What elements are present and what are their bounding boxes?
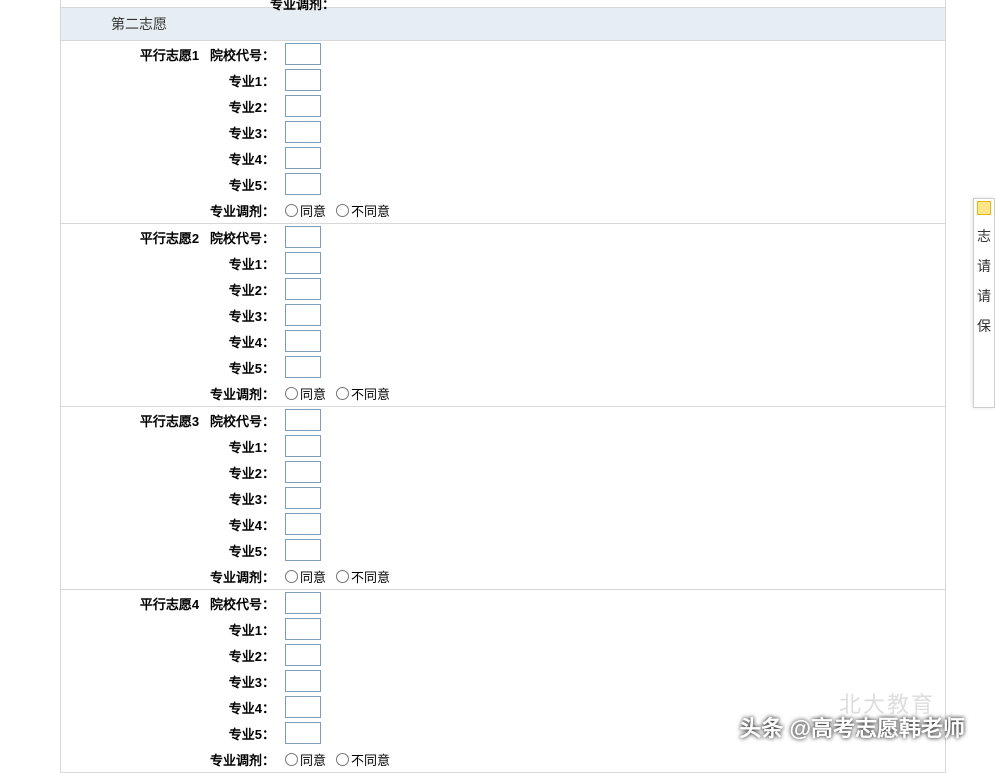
major1-label: 专业1： bbox=[229, 623, 275, 638]
disagree-radio[interactable] bbox=[336, 570, 349, 583]
major2-label: 专业2： bbox=[229, 649, 275, 664]
school-code-label: 院校代号： bbox=[210, 48, 275, 63]
agree-radio[interactable] bbox=[285, 204, 298, 217]
school-code-label: 院校代号： bbox=[210, 597, 275, 612]
major4-input[interactable] bbox=[285, 147, 321, 169]
agree-text: 同意 bbox=[300, 750, 326, 769]
agree-radio[interactable] bbox=[285, 753, 298, 766]
major5-input[interactable] bbox=[285, 356, 321, 378]
warning-icon bbox=[977, 201, 991, 215]
major4-input[interactable] bbox=[285, 696, 321, 718]
school-code-input[interactable] bbox=[285, 592, 321, 614]
school-code-input[interactable] bbox=[285, 43, 321, 65]
major2-label: 专业2： bbox=[229, 466, 275, 481]
major5-input[interactable] bbox=[285, 722, 321, 744]
side-char-2: 请 bbox=[974, 251, 994, 281]
block-title: 平行志愿4 bbox=[140, 594, 199, 613]
agree-text: 同意 bbox=[300, 384, 326, 403]
major5-input[interactable] bbox=[285, 539, 321, 561]
major3-input[interactable] bbox=[285, 304, 321, 326]
adjust-label: 专业调剂： bbox=[210, 204, 275, 219]
side-char-1: 志 bbox=[974, 221, 994, 251]
adjust-label-cut: 专业调剂： bbox=[270, 0, 335, 13]
preference-block-2: 平行志愿2 院校代号： 专业1： 专业2： 专业3： 专业4： 专业5： 专业调… bbox=[61, 224, 945, 407]
major1-label: 专业1： bbox=[229, 257, 275, 272]
disagree-text: 不同意 bbox=[351, 384, 390, 403]
major3-label: 专业3： bbox=[229, 675, 275, 690]
major4-label: 专业4： bbox=[229, 152, 275, 167]
adjust-label: 专业调剂： bbox=[210, 570, 275, 585]
major2-label: 专业2： bbox=[229, 283, 275, 298]
major5-label: 专业5： bbox=[229, 544, 275, 559]
adjust-label: 专业调剂： bbox=[210, 753, 275, 768]
major2-input[interactable] bbox=[285, 644, 321, 666]
disagree-text: 不同意 bbox=[351, 567, 390, 586]
major1-label: 专业1： bbox=[229, 74, 275, 89]
adjust-label: 专业调剂： bbox=[210, 387, 275, 402]
form-container: 专业调剂： 第二志愿 平行志愿1 院校代号： 专业1： 专业2： 专业3： 专业… bbox=[60, 0, 946, 773]
school-code-input[interactable] bbox=[285, 409, 321, 431]
major1-input[interactable] bbox=[285, 252, 321, 274]
school-code-label: 院校代号： bbox=[210, 231, 275, 246]
block-title: 平行志愿3 bbox=[140, 411, 199, 430]
major5-label: 专业5： bbox=[229, 361, 275, 376]
side-char-4: 保 bbox=[974, 311, 994, 341]
major3-input[interactable] bbox=[285, 670, 321, 692]
agree-text: 同意 bbox=[300, 201, 326, 220]
disagree-radio[interactable] bbox=[336, 387, 349, 400]
school-code-label: 院校代号： bbox=[210, 414, 275, 429]
major4-label: 专业4： bbox=[229, 701, 275, 716]
major3-input[interactable] bbox=[285, 121, 321, 143]
agree-radio[interactable] bbox=[285, 387, 298, 400]
disagree-radio[interactable] bbox=[336, 204, 349, 217]
side-panel-peek: 志 请 请 保 bbox=[973, 198, 995, 408]
major4-input[interactable] bbox=[285, 330, 321, 352]
major5-input[interactable] bbox=[285, 173, 321, 195]
school-code-input[interactable] bbox=[285, 226, 321, 248]
preference-block-4: 平行志愿4 院校代号： 专业1： 专业2： 专业3： 专业4： 专业5： 专业调… bbox=[61, 590, 945, 773]
major4-label: 专业4： bbox=[229, 335, 275, 350]
major3-label: 专业3： bbox=[229, 126, 275, 141]
section-header-second-preference: 第二志愿 bbox=[61, 8, 945, 41]
major2-label: 专业2： bbox=[229, 100, 275, 115]
disagree-radio[interactable] bbox=[336, 753, 349, 766]
disagree-text: 不同意 bbox=[351, 201, 390, 220]
major3-label: 专业3： bbox=[229, 492, 275, 507]
major1-input[interactable] bbox=[285, 618, 321, 640]
disagree-text: 不同意 bbox=[351, 750, 390, 769]
section-header-text: 第二志愿 bbox=[111, 16, 167, 32]
major3-label: 专业3： bbox=[229, 309, 275, 324]
block-title: 平行志愿1 bbox=[140, 45, 199, 64]
major4-input[interactable] bbox=[285, 513, 321, 535]
major4-label: 专业4： bbox=[229, 518, 275, 533]
block-title: 平行志愿2 bbox=[140, 228, 199, 247]
major3-input[interactable] bbox=[285, 487, 321, 509]
major5-label: 专业5： bbox=[229, 727, 275, 742]
agree-text: 同意 bbox=[300, 567, 326, 586]
major1-label: 专业1： bbox=[229, 440, 275, 455]
major2-input[interactable] bbox=[285, 95, 321, 117]
major1-input[interactable] bbox=[285, 69, 321, 91]
major1-input[interactable] bbox=[285, 435, 321, 457]
major2-input[interactable] bbox=[285, 461, 321, 483]
major2-input[interactable] bbox=[285, 278, 321, 300]
previous-block-cutoff: 专业调剂： bbox=[61, 0, 945, 8]
side-char-3: 请 bbox=[974, 281, 994, 311]
preference-block-1: 平行志愿1 院校代号： 专业1： 专业2： 专业3： 专业4： 专业5： 专业调… bbox=[61, 41, 945, 224]
agree-radio[interactable] bbox=[285, 570, 298, 583]
major5-label: 专业5： bbox=[229, 178, 275, 193]
preference-block-3: 平行志愿3 院校代号： 专业1： 专业2： 专业3： 专业4： 专业5： 专业调… bbox=[61, 407, 945, 590]
